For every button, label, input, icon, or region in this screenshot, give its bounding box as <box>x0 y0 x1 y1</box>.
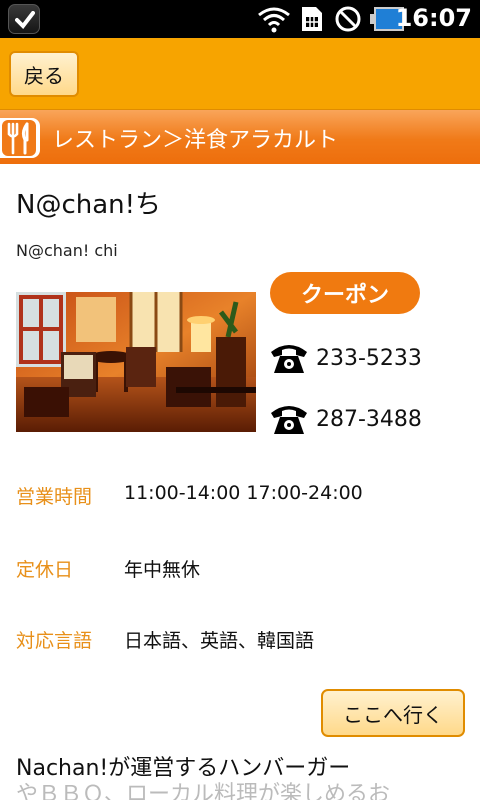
description-line: Nachan!が運営するハンバーガー <box>16 756 351 781</box>
phone-link-1[interactable]: 233-5233 <box>268 340 422 376</box>
business-hours-value: 11:00-14:00 17:00-24:00 <box>124 482 363 504</box>
business-hours-label: 営業時間 <box>16 486 93 508</box>
status-clock: 16:07 <box>395 4 472 32</box>
coupon-button[interactable]: クーポン <box>270 272 420 314</box>
phone-number: 287-3488 <box>316 406 422 432</box>
restaurant-interior-photo <box>16 292 256 432</box>
sim-icon <box>302 7 322 31</box>
fork-knife-icon <box>0 118 40 158</box>
top-bar: 戻る <box>0 38 480 110</box>
wifi-icon <box>258 7 290 33</box>
no-signal-icon <box>335 6 361 32</box>
phone-icon <box>271 345 307 373</box>
description-line: やＢＢＱ、ローカル料理が楽しめるお <box>16 782 391 800</box>
back-button[interactable]: 戻る <box>9 51 79 97</box>
category-bar: レストラン＞洋食アラカルト <box>0 110 480 164</box>
closed-days-label: 定休日 <box>16 559 74 581</box>
closed-days-value: 年中無休 <box>124 559 201 581</box>
phone-icon <box>271 406 307 434</box>
restaurant-name: N@chan!ち <box>16 190 162 220</box>
restaurant-description: Nachan!が運営するハンバーガー やＢＢＱ、ローカル料理が楽しめるお <box>16 756 472 800</box>
go-here-button[interactable]: ここへ行く <box>321 689 465 737</box>
phone-number: 233-5233 <box>316 345 422 371</box>
app-notification-icon <box>8 4 40 34</box>
phone-link-2[interactable]: 287-3488 <box>268 401 422 437</box>
languages-label: 対応言語 <box>16 630 93 652</box>
restaurant-name-romaji: N@chan! chi <box>16 241 118 260</box>
breadcrumb: レストラン＞洋食アラカルト <box>52 128 339 153</box>
languages-value: 日本語、英語、韓国語 <box>124 630 315 652</box>
status-bar: 16:07 <box>0 0 480 38</box>
